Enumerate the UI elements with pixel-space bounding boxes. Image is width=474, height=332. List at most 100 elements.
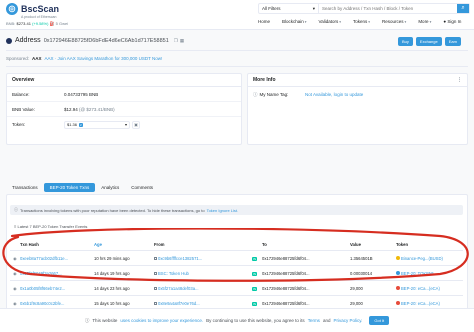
nav-blockchain[interactable]: Blockchain▾ <box>282 19 307 24</box>
address-hash: 0x172946E88725fD6bFdE4d6eC6Ab1d717E58851 <box>43 37 169 44</box>
tab-comments[interactable]: Comments <box>125 183 159 192</box>
cookie-prefix: This website <box>92 318 118 323</box>
from-address-text: 0x8e9a4a8f7e0e76d... <box>158 300 200 306</box>
address-buttons: Buy Exchange Earn <box>398 37 462 46</box>
txn-value: 29,000 <box>350 285 363 291</box>
txn-hash-link[interactable]: 0x15f6f6949f3a2667... <box>20 271 94 276</box>
price-change: (+9.58%) <box>32 21 49 26</box>
exchange-button[interactable]: Exchange <box>415 37 442 46</box>
tab-bar: Transactions BEP-20 Token Txns Analytics… <box>6 183 159 192</box>
tab-bep20-token-txns[interactable]: BEP-20 Token Txns <box>43 183 96 192</box>
main-nav: Home Blockchain▾ Validators▾ Tokens▾ Res… <box>258 19 461 24</box>
token-logo-icon <box>396 256 400 261</box>
token-name: BEP-20: eCa...(eCA) <box>401 300 440 306</box>
nav-more[interactable]: More▾ <box>418 19 431 24</box>
bnb-price: BNB: $273.41 (+9.58%) ⛽ 5 Gwei <box>6 21 68 26</box>
from-address[interactable]: BSC: Token Hub <box>154 271 252 276</box>
txn-age: 10 hrs 29 mins ago <box>94 255 130 261</box>
nav-home[interactable]: Home <box>258 19 270 24</box>
contract-icon <box>154 301 157 305</box>
notice-text: Transactions involving tokens with poor … <box>20 207 205 213</box>
nav-tokens-label: Tokens <box>353 19 368 24</box>
token-logo-icon <box>396 301 400 306</box>
token-dropdown[interactable]: $1.36 2 ▾ <box>64 120 130 129</box>
cookie-link[interactable]: uses cookies to improve your experience. <box>120 318 203 323</box>
divider <box>6 50 468 51</box>
more-options-icon[interactable]: ⋮ <box>457 77 462 83</box>
col-age[interactable]: Age <box>94 242 154 247</box>
eye-icon[interactable]: ◉ <box>10 256 20 261</box>
txn-hash-link[interactable]: 0x5b1f9c8a90c0c2bfe... <box>20 301 94 306</box>
logo[interactable]: ◎ BscScan <box>6 3 59 15</box>
direction-cell: IN <box>252 271 262 276</box>
bscscan-logo-icon: ◎ <box>6 3 18 15</box>
nav-tokens[interactable]: Tokens▾ <box>353 19 370 24</box>
txn-age: 14 days 23 hrs ago <box>94 285 130 291</box>
qr-code-icon[interactable]: ▦ <box>180 38 184 44</box>
eye-icon[interactable]: ◉ <box>10 301 20 306</box>
table-row: ◉ 0x15f6f6949f3a2667... 14 days 19 hrs ago… <box>10 266 463 281</box>
name-tag-value[interactable]: Not Available, login to update <box>305 92 363 97</box>
address-label: Address <box>15 37 41 44</box>
bnb-value-rate: (@ $273.41/BNB) <box>79 106 115 112</box>
balance-value: 0.04733795 BNB <box>64 91 99 97</box>
nav-resources[interactable]: Resources▾ <box>382 19 406 24</box>
name-tag-row: ⓘ My Name Tag: Not Available, login to up… <box>248 87 467 102</box>
address-title: Address 0x172946E88725fD6bFdE4d6eC6Ab1d7… <box>6 37 184 44</box>
to-address: 0x172946e88725fd6f04... <box>262 255 310 261</box>
nav-validators[interactable]: Validators▾ <box>319 19 341 24</box>
txn-hash-link[interactable]: 0x1a0b05f8f66eb74e2... <box>20 286 94 291</box>
token-name: BEP-20: eCa...(eCA) <box>401 285 440 291</box>
token-logo-icon <box>396 271 400 276</box>
eye-icon[interactable]: ◉ <box>10 286 20 291</box>
copy-icon[interactable]: ❐ <box>174 38 178 44</box>
search-button[interactable]: ⌕ <box>457 4 469 13</box>
token-count-badge: 2 <box>79 123 83 127</box>
user-icon: ● <box>443 19 447 24</box>
txn-value: 0.00030014 <box>350 270 373 276</box>
address-actions: ❐ ▦ <box>174 38 184 44</box>
table-header: Txn Hash Age From To Value Token <box>10 239 463 251</box>
txn-hash-link[interactable]: 0xeeb8a77acb02dfb11e... <box>20 256 94 261</box>
search-icon: ⌕ <box>461 5 465 11</box>
bnb-value-label: BNB Value: <box>12 106 35 112</box>
filter-dropdown[interactable]: All Filters ▾ <box>259 4 319 13</box>
token-link[interactable]: Binance-Peg...(BUSD) <box>396 256 463 261</box>
sponsor-link[interactable]: AAX · Join AAX Savings Marathon for 300,… <box>45 56 163 61</box>
from-address[interactable]: 0xc9b6ffffcce1382571... <box>154 256 252 261</box>
wallet-icon[interactable]: ▣ <box>132 120 140 129</box>
from-address[interactable]: 0x8e9a4a8f7e0e76d... <box>154 301 252 306</box>
tab-analytics[interactable]: Analytics <box>95 183 125 192</box>
got-it-button[interactable]: Got It <box>369 316 390 325</box>
chevron-down-icon: ▾ <box>404 20 407 24</box>
txn-value: 1.3564501B <box>350 255 373 261</box>
from-address[interactable]: 0x5f27a1a48def03a... <box>154 286 252 291</box>
col-value: Value <box>350 242 361 247</box>
buy-button[interactable]: Buy <box>398 37 413 46</box>
col-txn-hash: Txn Hash <box>20 242 39 247</box>
privacy-link[interactable]: Privacy Policy. <box>333 318 362 323</box>
cookie-and: and <box>322 318 331 323</box>
token-link[interactable]: BEP-20: eCa...(eCA) <box>396 286 463 291</box>
txn-age: 15 days 10 hrs ago <box>94 300 130 306</box>
to-address: 0x172946e88725fd6f04... <box>262 270 310 276</box>
token-ignore-list-link[interactable]: Token Ignore List. <box>207 208 239 213</box>
price-label: BNB: <box>6 21 16 26</box>
more-info-header: More Info ⋮ <box>248 74 467 87</box>
to-address: 0x172946e88725fd6f04... <box>262 300 310 306</box>
nav-sign-in[interactable]: ● Sign In <box>443 19 461 24</box>
balance-row: Balance: 0.04733795 BNB <box>7 87 241 102</box>
sponsored-banner: Sponsored: AAX AAX · Join AAX Savings Ma… <box>6 56 162 61</box>
terms-link[interactable]: Terms <box>308 318 320 323</box>
from-address-text: 0xc9b6ffffcce1382571... <box>158 255 203 261</box>
chevron-down-icon: ▾ <box>429 20 432 24</box>
eye-icon[interactable]: ◉ <box>10 271 20 276</box>
gas-value: 5 Gwei <box>55 21 69 26</box>
earn-button[interactable]: Earn <box>444 37 462 46</box>
tab-transactions[interactable]: Transactions <box>6 183 44 192</box>
contract-icon <box>154 286 157 290</box>
token-link[interactable]: BEP-20: eCa...(eCA) <box>396 301 463 306</box>
search-input[interactable] <box>319 4 457 13</box>
token-link[interactable]: BEP-20: TOKEN* <box>396 271 463 276</box>
in-badge: IN <box>252 286 257 291</box>
